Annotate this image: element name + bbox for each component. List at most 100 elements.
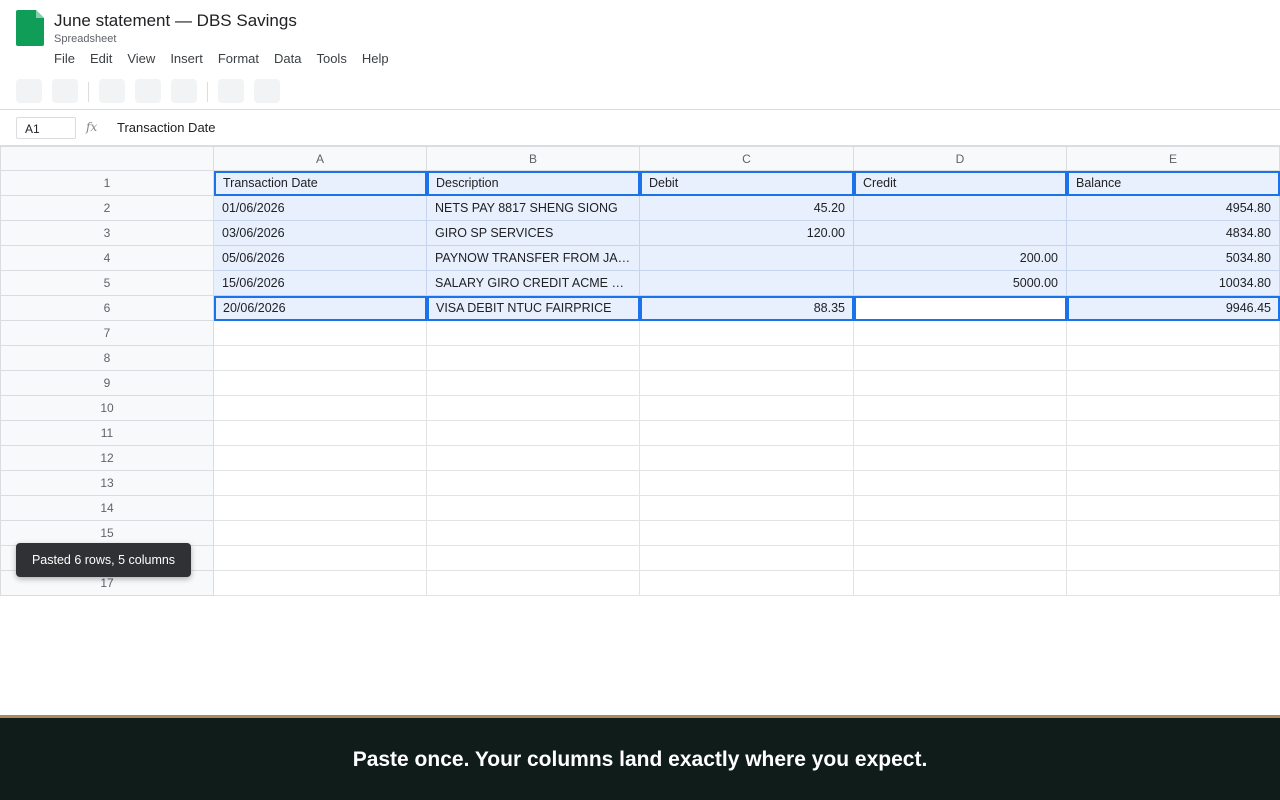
- cell[interactable]: [1067, 396, 1280, 421]
- cell-e4[interactable]: 5034.80: [1067, 246, 1280, 271]
- cell-d6[interactable]: [854, 296, 1067, 321]
- cell[interactable]: [214, 421, 427, 446]
- cell-a2[interactable]: 01/06/2026: [214, 196, 427, 221]
- cell[interactable]: [640, 496, 854, 521]
- cell[interactable]: [1067, 546, 1280, 571]
- row-header[interactable]: 12: [0, 446, 214, 471]
- cell[interactable]: [214, 546, 427, 571]
- menu-help[interactable]: Help: [362, 51, 389, 66]
- cell-b3[interactable]: GIRO SP SERVICES: [427, 221, 640, 246]
- cell[interactable]: [1067, 471, 1280, 496]
- cell[interactable]: [427, 371, 640, 396]
- cell-c3[interactable]: 120.00: [640, 221, 854, 246]
- toolbar-button-1[interactable]: [16, 79, 42, 103]
- column-header-c[interactable]: C: [640, 146, 854, 171]
- cell-c6[interactable]: 88.35: [640, 296, 854, 321]
- menu-tools[interactable]: Tools: [316, 51, 346, 66]
- cell[interactable]: [427, 321, 640, 346]
- cell-c2[interactable]: 45.20: [640, 196, 854, 221]
- cell[interactable]: [1067, 321, 1280, 346]
- menu-file[interactable]: File: [54, 51, 75, 66]
- cell[interactable]: [854, 421, 1067, 446]
- cell[interactable]: [214, 571, 427, 596]
- cell-b1[interactable]: Description: [427, 171, 640, 196]
- cell-d1[interactable]: Credit: [854, 171, 1067, 196]
- row-header[interactable]: 7: [0, 321, 214, 346]
- cell[interactable]: [854, 546, 1067, 571]
- cell[interactable]: [640, 546, 854, 571]
- cell[interactable]: [214, 471, 427, 496]
- cell[interactable]: [1067, 446, 1280, 471]
- row-header[interactable]: 4: [0, 246, 214, 271]
- cell-a1[interactable]: Transaction Date: [214, 171, 427, 196]
- cell-d2[interactable]: [854, 196, 1067, 221]
- cell[interactable]: [214, 321, 427, 346]
- cell[interactable]: [1067, 421, 1280, 446]
- cell-e5[interactable]: 10034.80: [1067, 271, 1280, 296]
- cell-b6[interactable]: VISA DEBIT NTUC FAIRPRICE: [427, 296, 640, 321]
- cell[interactable]: [640, 421, 854, 446]
- cell[interactable]: [640, 371, 854, 396]
- menu-insert[interactable]: Insert: [170, 51, 203, 66]
- cell[interactable]: [854, 446, 1067, 471]
- row-header[interactable]: 8: [0, 346, 214, 371]
- cell[interactable]: [854, 346, 1067, 371]
- cell[interactable]: [214, 521, 427, 546]
- cell[interactable]: [854, 471, 1067, 496]
- column-header-b[interactable]: B: [427, 146, 640, 171]
- cell[interactable]: [1067, 521, 1280, 546]
- row-header[interactable]: 13: [0, 471, 214, 496]
- cell-e6[interactable]: 9946.45: [1067, 296, 1280, 321]
- cell[interactable]: [427, 546, 640, 571]
- cell[interactable]: [427, 446, 640, 471]
- cell[interactable]: [640, 446, 854, 471]
- cell[interactable]: [854, 521, 1067, 546]
- row-header[interactable]: 1: [0, 171, 214, 196]
- cell[interactable]: [214, 346, 427, 371]
- column-header-d[interactable]: D: [854, 146, 1067, 171]
- cell[interactable]: [854, 371, 1067, 396]
- cell-a3[interactable]: 03/06/2026: [214, 221, 427, 246]
- row-header[interactable]: 5: [0, 271, 214, 296]
- toolbar-button-3[interactable]: [99, 79, 125, 103]
- row-header[interactable]: 2: [0, 196, 214, 221]
- document-title[interactable]: June statement — DBS Savings: [54, 11, 297, 31]
- menu-view[interactable]: View: [127, 51, 155, 66]
- row-header[interactable]: 11: [0, 421, 214, 446]
- cell-e1[interactable]: Balance: [1067, 171, 1280, 196]
- cell[interactable]: [640, 346, 854, 371]
- cell[interactable]: [427, 571, 640, 596]
- cell[interactable]: [427, 496, 640, 521]
- name-box[interactable]: A1: [16, 117, 76, 139]
- row-header[interactable]: 9: [0, 371, 214, 396]
- formula-input[interactable]: Transaction Date: [117, 120, 216, 135]
- toolbar-button-7[interactable]: [254, 79, 280, 103]
- cell[interactable]: [854, 496, 1067, 521]
- cell[interactable]: [427, 521, 640, 546]
- cell[interactable]: [854, 571, 1067, 596]
- menu-format[interactable]: Format: [218, 51, 259, 66]
- toolbar-button-4[interactable]: [135, 79, 161, 103]
- row-header[interactable]: 6: [0, 296, 214, 321]
- cell[interactable]: [640, 521, 854, 546]
- cell-b2[interactable]: NETS PAY 8817 SHENG SIONG: [427, 196, 640, 221]
- column-header-e[interactable]: E: [1067, 146, 1280, 171]
- menu-data[interactable]: Data: [274, 51, 301, 66]
- cell[interactable]: [427, 421, 640, 446]
- cell-b4[interactable]: PAYNOW TRANSFER FROM JAMES TAN: [427, 246, 640, 271]
- cell-a5[interactable]: 15/06/2026: [214, 271, 427, 296]
- cell[interactable]: [854, 321, 1067, 346]
- cell-c5[interactable]: [640, 271, 854, 296]
- cell[interactable]: [1067, 371, 1280, 396]
- cell[interactable]: [214, 396, 427, 421]
- toolbar-button-2[interactable]: [52, 79, 78, 103]
- cell[interactable]: [214, 371, 427, 396]
- cell[interactable]: [427, 346, 640, 371]
- cell-a4[interactable]: 05/06/2026: [214, 246, 427, 271]
- row-header[interactable]: 3: [0, 221, 214, 246]
- column-header-a[interactable]: A: [214, 146, 427, 171]
- cell-c1[interactable]: Debit: [640, 171, 854, 196]
- cell[interactable]: [1067, 571, 1280, 596]
- cell[interactable]: [640, 396, 854, 421]
- cell[interactable]: [640, 321, 854, 346]
